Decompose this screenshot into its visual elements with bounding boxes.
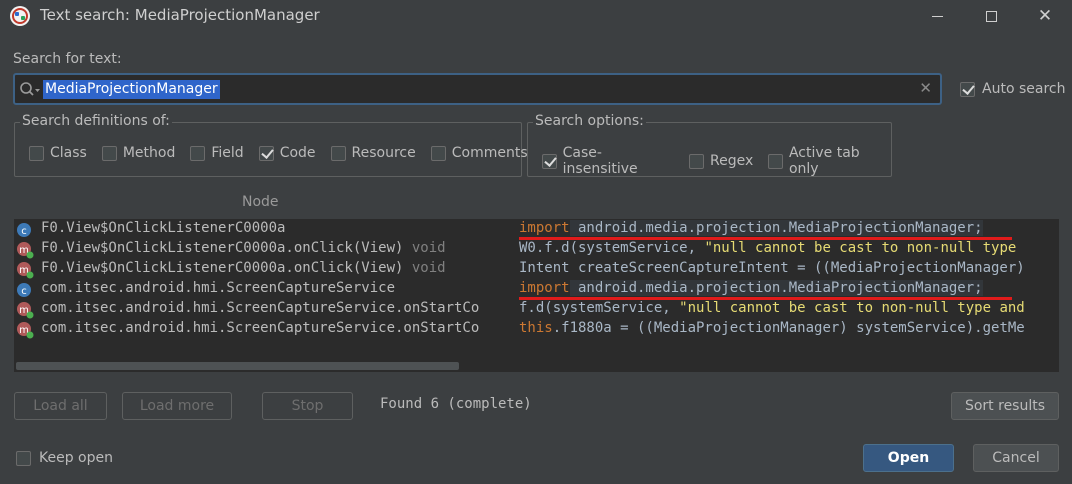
title-bar: Text search: MediaProjectionManager ✕ (0, 0, 1072, 32)
close-window-button[interactable]: ✕ (1022, 0, 1068, 32)
result-node: com.itsec.android.hmi.ScreenCaptureServi… (41, 280, 396, 296)
search-input[interactable]: MediaProjectionManager ✕ (13, 73, 942, 105)
option-label: Class (50, 145, 87, 161)
table-row[interactable]: m F0.View$OnClickListenerC0000a.onClick(… (14, 239, 1059, 259)
auto-search-checkbox[interactable]: Auto search (960, 81, 1065, 97)
search-value[interactable]: MediaProjectionManager (43, 80, 220, 99)
table-row[interactable]: c com.itsec.android.hmi.ScreenCaptureSer… (14, 279, 1059, 299)
open-button[interactable]: Open (863, 444, 954, 472)
cancel-button[interactable]: Cancel (973, 444, 1059, 472)
checkbox-icon[interactable] (430, 145, 446, 161)
option-active-tab-only[interactable]: Active tab only (768, 145, 891, 177)
clear-search-icon[interactable]: ✕ (919, 79, 932, 97)
checkbox-icon[interactable] (16, 450, 31, 466)
method-icon: m (17, 242, 34, 259)
window-title: Text search: MediaProjectionManager (40, 6, 320, 24)
checkbox-icon[interactable] (190, 145, 206, 161)
option-case-insensitive[interactable]: Case-insensitive (542, 145, 674, 177)
checkbox-icon[interactable] (29, 145, 44, 161)
checkbox-icon[interactable] (542, 153, 557, 169)
load-more-button[interactable]: Load more (122, 392, 232, 420)
scrollbar-thumb[interactable] (16, 362, 459, 370)
checkbox-icon[interactable] (258, 145, 274, 161)
checkbox-icon[interactable] (960, 81, 975, 97)
search-icon[interactable] (19, 81, 41, 99)
svg-text:c: c (21, 226, 27, 237)
option-label: Method (122, 145, 176, 161)
table-row[interactable]: c F0.View$OnClickListenerC0000a import a… (14, 219, 1059, 239)
stop-button[interactable]: Stop (262, 392, 353, 420)
close-icon: ✕ (1037, 5, 1053, 26)
search-definitions-title: Search definitions of: (20, 113, 172, 129)
table-row[interactable]: m com.itsec.android.hmi.ScreenCaptureSer… (14, 319, 1059, 339)
result-code: import android.media.projection.MediaPro… (519, 220, 983, 236)
method-icon: m (17, 322, 34, 339)
keep-open-label: Keep open (39, 450, 113, 466)
result-node: F0.View$OnClickListenerC0000a.onClick(Vi… (41, 240, 446, 256)
result-node: F0.View$OnClickListenerC0000a.onClick(Vi… (41, 260, 446, 276)
result-code: f.d(systemService, "null cannot be cast … (519, 300, 1025, 316)
class-icon: c (17, 223, 31, 237)
method-icon: m (17, 302, 34, 319)
option-label: Case-insensitive (562, 145, 638, 177)
column-node-header[interactable]: Node (242, 194, 279, 210)
maximize-button[interactable] (968, 0, 1014, 32)
option-resource[interactable]: Resource (330, 145, 416, 161)
result-code: this.f1880a = ((MediaProjectionManager) … (519, 320, 1025, 336)
checkbox-icon[interactable] (330, 145, 346, 161)
table-row[interactable]: m com.itsec.android.hmi.ScreenCaptureSer… (14, 299, 1059, 319)
result-node: F0.View$OnClickListenerC0000a (41, 220, 286, 236)
option-field[interactable]: Field (190, 145, 244, 161)
table-row[interactable]: m F0.View$OnClickListenerC0000a.onClick(… (14, 259, 1059, 279)
search-label: Search for text: (13, 51, 122, 67)
jadx-logo-icon (10, 6, 30, 26)
result-node: com.itsec.android.hmi.ScreenCaptureServi… (41, 320, 480, 336)
search-definitions-group: Search definitions of: Class Method Fiel… (14, 113, 528, 177)
option-label: Active tab only (788, 145, 860, 177)
method-icon: m (17, 262, 34, 279)
checkbox-icon[interactable] (101, 145, 117, 161)
checkbox-icon[interactable] (689, 153, 705, 169)
maximize-icon (985, 10, 997, 22)
auto-search-label: Auto search (982, 81, 1066, 97)
result-code: Intent createScreenCaptureIntent = ((Med… (519, 260, 1025, 276)
sort-results-button[interactable]: Sort results (951, 392, 1059, 420)
search-options-title: Search options: (533, 113, 646, 129)
horizontal-scrollbar[interactable] (14, 360, 1059, 372)
search-options-group: Search options: Case-insensitive Regex A… (527, 113, 892, 177)
class-icon: c (17, 283, 31, 297)
option-label: Comments (451, 145, 528, 161)
option-label: Code (279, 145, 316, 161)
table-header: Node (14, 186, 1059, 219)
option-comments[interactable]: Comments (430, 145, 528, 161)
result-code: W0.f.d(systemService, "null cannot be ca… (519, 240, 1017, 256)
load-all-button[interactable]: Load all (14, 392, 107, 420)
option-code[interactable]: Code (258, 145, 316, 161)
keep-open-checkbox[interactable]: Keep open (16, 450, 113, 466)
result-node: com.itsec.android.hmi.ScreenCaptureServi… (41, 300, 480, 316)
option-class[interactable]: Class (29, 145, 87, 161)
svg-text:c: c (21, 286, 27, 297)
checkbox-icon[interactable] (768, 153, 783, 169)
option-label: Regex (710, 153, 754, 169)
result-code: import android.media.projection.MediaPro… (519, 280, 983, 296)
option-regex[interactable]: Regex (689, 153, 753, 169)
option-method[interactable]: Method (101, 145, 176, 161)
option-label: Field (211, 145, 244, 161)
results-table[interactable]: Node c F0.View$OnClickListenerC0000a imp… (14, 186, 1059, 372)
option-label: Resource (351, 145, 416, 161)
minimize-button[interactable] (914, 0, 960, 32)
results-status: Found 6 (complete) (380, 396, 532, 412)
minimize-icon (931, 15, 943, 17)
